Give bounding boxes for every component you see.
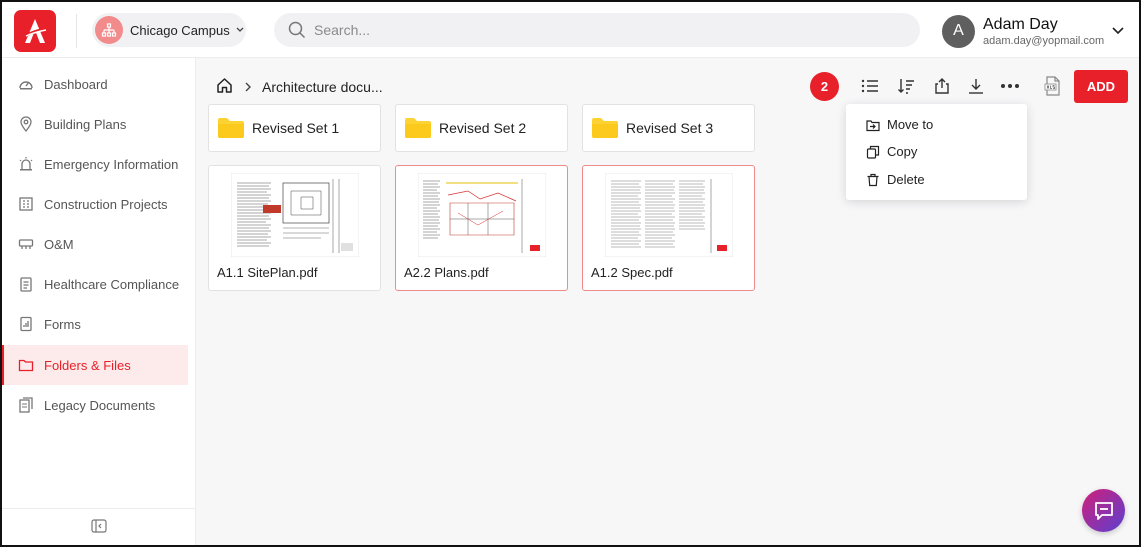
menu-item-label: Copy [887,144,918,159]
sidebar-item-label: Building Plans [44,116,127,132]
file-name: A2.2 Plans.pdf [404,265,489,280]
sidebar-item-folders-files[interactable]: Folders & Files [2,345,188,385]
sort-icon[interactable] [895,75,917,97]
documents-icon [17,396,35,414]
user-info: Adam Day adam.day@yopmail.com [983,15,1104,48]
sidebar-item-healthcare-compliance[interactable]: Healthcare Compliance [2,264,188,304]
breadcrumb: Architecture docu... [216,77,383,97]
export-excel-icon[interactable] [1042,75,1064,97]
menu-item-label: Delete [887,172,925,187]
search-bar[interactable] [274,13,920,47]
sidebar-item-om[interactable]: O&M [2,224,188,264]
top-header: Chicago Campus A Adam Day adam.day@yopma… [2,2,1139,58]
file-name: A1.1 SitePlan.pdf [217,265,318,280]
user-chevron-down-icon[interactable] [1112,22,1124,40]
clipboard-icon [17,275,35,293]
copy-icon [866,145,880,159]
menu-item-delete[interactable]: Delete [846,166,1027,193]
add-button[interactable]: ADD [1074,70,1128,103]
file-card-selected[interactable]: A2.2 Plans.pdf [395,165,568,291]
folder-icon [218,118,244,138]
tools-icon [17,235,35,253]
search-input[interactable] [314,22,874,38]
folder-card[interactable]: Revised Set 1 [208,104,381,152]
sidebar-item-label: Construction Projects [44,196,168,212]
app-window: Chicago Campus A Adam Day adam.day@yopma… [0,0,1141,547]
sidebar-item-label: Forms [44,316,81,332]
folder-icon [17,356,35,374]
sidebar-item-label: Folders & Files [44,357,131,373]
sidebar-item-emergency-information[interactable]: Emergency Information [2,144,188,184]
folder-icon [592,118,618,138]
campus-selector[interactable]: Chicago Campus [92,13,246,47]
search-icon [288,21,306,39]
avatar: A [942,14,975,48]
pdf-thumbnail [418,173,546,257]
selected-count-badge: 2 [810,72,839,101]
folder-card[interactable]: Revised Set 2 [395,104,568,152]
dashboard-icon [17,75,35,93]
campus-icon [95,16,123,44]
folder-name: Revised Set 2 [439,120,527,136]
list-view-icon[interactable] [859,75,881,97]
sidebar-item-label: Emergency Information [44,156,179,172]
header-divider [76,14,77,48]
menu-item-copy[interactable]: Copy [846,138,1027,165]
folder-name: Revised Set 3 [626,120,714,136]
breadcrumb-current[interactable]: Architecture docu... [262,79,383,95]
pdf-thumbnail [605,173,733,257]
folder-card[interactable]: Revised Set 3 [582,104,755,152]
app-logo[interactable] [14,10,56,52]
sidebar-item-label: Dashboard [44,76,108,92]
user-menu[interactable]: A Adam Day adam.day@yopmail.com [942,12,1104,50]
sidebar-item-legacy-documents[interactable]: Legacy Documents [2,385,188,425]
main-content: Architecture docu... 2 ADD Revised Set 1 [196,58,1139,545]
pdf-thumbnail [231,173,359,257]
collapse-sidebar-icon[interactable] [91,518,107,538]
breadcrumb-chevron-icon [245,80,252,95]
folder-icon [405,118,431,138]
file-card[interactable]: A1.1 SitePlan.pdf [208,165,381,291]
menu-item-move-to[interactable]: Move to [846,111,1027,138]
sidebar-item-forms[interactable]: Forms [2,304,188,344]
sidebar-item-construction-projects[interactable]: Construction Projects [2,184,188,224]
sidebar-item-dashboard[interactable]: Dashboard [2,64,188,104]
sidebar-item-label: Legacy Documents [44,397,156,413]
menu-item-label: Move to [887,117,934,132]
file-card-selected[interactable]: A1.2 Spec.pdf [582,165,755,291]
trash-icon [867,173,879,186]
campus-label: Chicago Campus [130,22,230,38]
sidebar-footer [2,508,196,545]
file-name: A1.2 Spec.pdf [591,265,673,280]
logo-icon [25,19,47,43]
sidebar: Dashboard Building Plans Emergency Infor… [2,58,196,545]
more-options-icon[interactable] [999,75,1021,97]
sidebar-item-label: Healthcare Compliance [44,276,180,292]
location-pin-icon [17,115,35,133]
chat-icon [1094,501,1113,520]
chat-support-button[interactable] [1082,489,1125,532]
sidebar-item-building-plans[interactable]: Building Plans [2,104,188,144]
move-icon [866,119,880,131]
actions-dropdown-menu: Move to Copy Delete [846,104,1027,200]
download-icon[interactable] [965,75,987,97]
building-icon [17,195,35,213]
form-icon [17,315,35,333]
sidebar-item-label: O&M [44,236,74,252]
folder-name: Revised Set 1 [252,120,340,136]
share-icon[interactable] [931,75,953,97]
user-email: adam.day@yopmail.com [983,34,1105,47]
chevron-down-icon [236,25,244,35]
user-name: Adam Day [983,15,1058,33]
home-icon[interactable] [216,77,233,97]
siren-icon [17,155,35,173]
